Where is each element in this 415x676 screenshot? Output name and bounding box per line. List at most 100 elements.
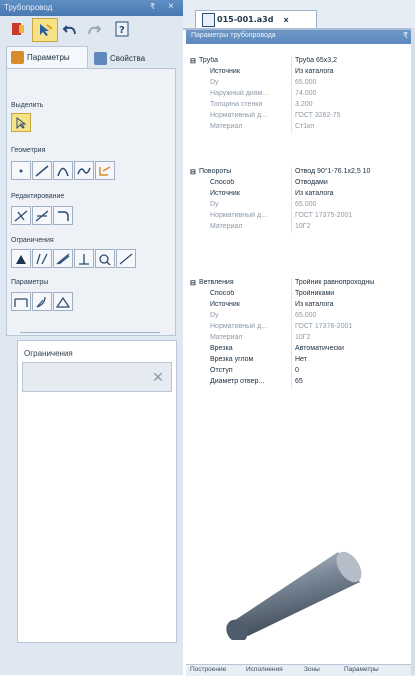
apply-icon[interactable] xyxy=(32,18,58,42)
tangent-button[interactable] xyxy=(95,249,115,268)
collinear-button[interactable] xyxy=(53,249,73,268)
document-icon xyxy=(202,13,215,27)
close-icon[interactable]: × xyxy=(168,1,174,12)
property-group-value[interactable]: Тройник равнопроходны xyxy=(295,279,415,286)
property-key: Толщина стенки xyxy=(210,101,263,108)
bottom-tab[interactable]: Зоны xyxy=(304,666,320,673)
redo-icon[interactable] xyxy=(84,20,104,38)
bottom-tab[interactable]: Построение xyxy=(190,666,226,673)
left-panel-title: Трубопровод xyxy=(4,3,53,12)
property-value[interactable]: 3.200 xyxy=(295,101,415,108)
property-value[interactable]: 65.000 xyxy=(295,201,415,208)
property-value[interactable]: 65.000 xyxy=(295,79,415,86)
bottom-tab[interactable]: Параметры xyxy=(344,666,379,673)
property-key: Способ xyxy=(210,179,235,186)
collapse-icon[interactable]: ⊟ xyxy=(190,279,196,287)
collapse-icon[interactable]: ⊟ xyxy=(190,57,196,65)
property-group-header[interactable]: ⊟ Труба Труба 65х3,2 xyxy=(186,56,415,67)
stop-icon[interactable] xyxy=(8,20,28,38)
tab-parameters[interactable]: Параметры xyxy=(6,46,88,68)
trim-button[interactable] xyxy=(32,206,52,225)
section-edit-label: Редактирование xyxy=(11,193,65,200)
property-value[interactable]: 0 xyxy=(295,367,415,374)
polyline-button[interactable] xyxy=(95,161,115,180)
perpendicular-button[interactable] xyxy=(74,249,94,268)
dimension-angle-button[interactable] xyxy=(53,292,73,311)
property-row[interactable]: Dy 65.000 xyxy=(186,78,415,89)
dimension-radius-button[interactable] xyxy=(32,292,52,311)
tab-parameters-label: Параметры xyxy=(27,53,70,62)
property-value[interactable]: Отводами xyxy=(295,179,415,186)
pin-icon[interactable]: ₹ xyxy=(403,31,408,40)
property-value[interactable]: Ст1кп xyxy=(295,123,415,130)
spline-button[interactable] xyxy=(74,161,94,180)
pin-icon[interactable]: ₹ xyxy=(150,2,155,11)
fix-button[interactable] xyxy=(11,249,31,268)
property-row[interactable]: Нормативный д... ГОСТ 3262-75 xyxy=(186,111,415,122)
document-tab[interactable]: 015-001.a3d × xyxy=(195,10,317,28)
property-row[interactable]: Врезка углом Нет xyxy=(186,355,415,366)
property-group-value[interactable]: Отвод 90°1-76.1х2,5 10 xyxy=(295,168,415,175)
column-divider xyxy=(291,167,292,233)
undo-icon[interactable] xyxy=(60,20,80,38)
property-row[interactable]: Dy 65.000 xyxy=(186,200,415,211)
property-value[interactable]: 65 xyxy=(295,378,415,385)
property-group-header[interactable]: ⊟ Повороты Отвод 90°1-76.1х2,5 10 xyxy=(186,167,415,178)
property-row[interactable]: Наружный диам... 74.000 xyxy=(186,89,415,100)
property-value[interactable]: Из каталога xyxy=(295,68,415,75)
point-button[interactable] xyxy=(11,161,31,180)
delete-icon[interactable]: ✕ xyxy=(148,368,168,386)
constraints-list[interactable]: ✕ xyxy=(22,362,172,392)
property-row[interactable]: Толщина стенки 3.200 xyxy=(186,100,415,111)
property-row[interactable]: Врезка Автоматически xyxy=(186,344,415,355)
parallel-button[interactable] xyxy=(32,249,52,268)
fillet-button[interactable] xyxy=(53,206,73,225)
property-row[interactable]: Материал Ст1кп xyxy=(186,122,415,133)
property-row[interactable]: Dy 65.000 xyxy=(186,311,415,322)
property-row[interactable]: Диаметр отвер... 65 xyxy=(186,377,415,388)
property-value[interactable]: 65.000 xyxy=(295,312,415,319)
section-geometry-label: Геометрия xyxy=(11,147,46,154)
property-value[interactable]: Тройниками xyxy=(295,290,415,297)
property-row[interactable]: Источник Из каталога xyxy=(186,189,415,200)
property-row[interactable]: Источник Из каталога xyxy=(186,67,415,78)
property-row[interactable]: Способ Тройниками xyxy=(186,289,415,300)
property-row[interactable]: Материал 10Г2 xyxy=(186,222,415,233)
property-group-value[interactable]: Труба 65х3,2 xyxy=(295,57,415,64)
property-value[interactable]: ГОСТ 17375-2001 xyxy=(295,212,415,219)
property-row[interactable]: Материал 10Г2 xyxy=(186,333,415,344)
arc-button[interactable] xyxy=(53,161,73,180)
property-row[interactable]: Нормативный д... ГОСТ 17375-2001 xyxy=(186,211,415,222)
property-row[interactable]: Отступ 0 xyxy=(186,366,415,377)
dimension-length-button[interactable] xyxy=(11,292,31,311)
property-group-name: Труба xyxy=(199,57,219,64)
scroll-edge xyxy=(411,28,415,675)
pipe-3d-preview xyxy=(226,551,362,640)
property-value[interactable]: Из каталога xyxy=(295,301,415,308)
property-key: Dy xyxy=(210,79,219,86)
property-value[interactable]: Из каталога xyxy=(295,190,415,197)
property-key: Материал xyxy=(210,123,243,130)
property-row[interactable]: Нормативный д... ГОСТ 17376-2001 xyxy=(186,322,415,333)
property-row[interactable]: Способ Отводами xyxy=(186,178,415,189)
section-constraints-label: Ограничения xyxy=(11,237,54,244)
bottom-tab[interactable]: Исполнения xyxy=(246,666,283,673)
property-value[interactable]: Нет xyxy=(295,356,415,363)
property-value[interactable]: 10Г2 xyxy=(295,223,415,230)
property-row[interactable]: Источник Из каталога xyxy=(186,300,415,311)
property-value[interactable]: 10Г2 xyxy=(295,334,415,341)
collapse-icon[interactable]: ⊟ xyxy=(190,168,196,176)
property-value[interactable]: Автоматически xyxy=(295,345,415,352)
document-tab-close-icon[interactable]: × xyxy=(283,15,288,25)
tab-properties[interactable]: Свойства xyxy=(90,48,170,68)
angle-button[interactable] xyxy=(116,249,136,268)
property-group-header[interactable]: ⊟ Ветвления Тройник равнопроходны xyxy=(186,278,415,289)
property-value[interactable]: ГОСТ 3262-75 xyxy=(295,112,415,119)
split-button[interactable] xyxy=(11,206,31,225)
properties-icon xyxy=(94,51,107,65)
help-icon[interactable]: ? xyxy=(112,20,132,38)
property-value[interactable]: 74.000 xyxy=(295,90,415,97)
select-cursor-button[interactable] xyxy=(11,113,31,132)
line-button[interactable] xyxy=(32,161,52,180)
property-value[interactable]: ГОСТ 17376-2001 xyxy=(295,323,415,330)
